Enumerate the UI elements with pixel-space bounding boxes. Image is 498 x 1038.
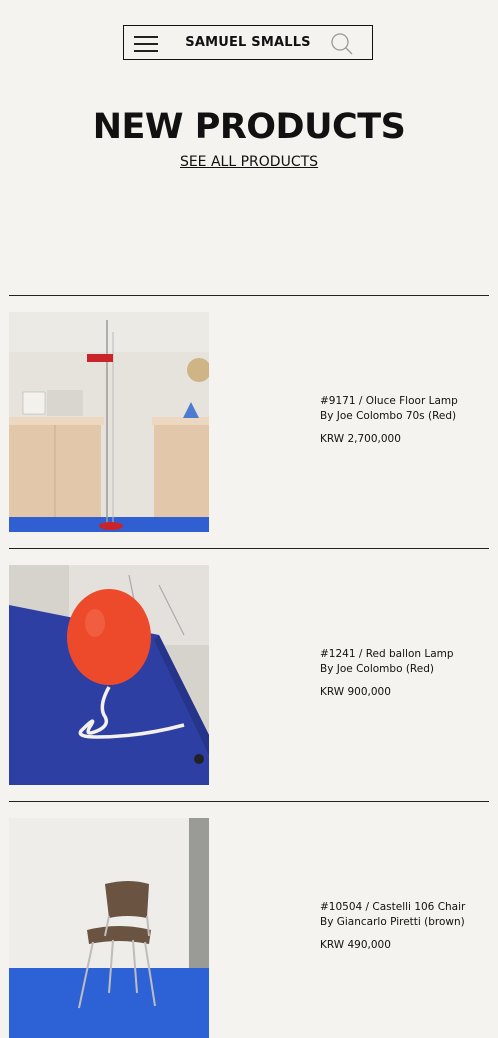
product-name[interactable]: #9171 / Oluce Floor Lamp By Joe Colombo … xyxy=(320,394,490,424)
product-price: KRW 900,000 xyxy=(320,686,391,698)
search-icon[interactable] xyxy=(330,32,354,56)
divider xyxy=(9,801,489,802)
product-card[interactable]: #10504 / Castelli 106 Chair By Giancarlo… xyxy=(9,818,489,1038)
see-all-products-link[interactable]: SEE ALL PRODUCTS xyxy=(0,154,498,170)
product-info: #9171 / Oluce Floor Lamp By Joe Colombo … xyxy=(320,394,490,446)
divider xyxy=(9,548,489,549)
product-name[interactable]: #1241 / Red ballon Lamp By Joe Colombo (… xyxy=(320,647,490,677)
brand-logo[interactable]: SAMUEL SMALLS xyxy=(174,26,322,59)
product-name[interactable]: #10504 / Castelli 106 Chair By Giancarlo… xyxy=(320,900,490,930)
product-info: #1241 / Red ballon Lamp By Joe Colombo (… xyxy=(320,647,490,699)
hamburger-menu-icon[interactable] xyxy=(134,35,158,52)
top-bar: SAMUEL SMALLS xyxy=(123,25,373,60)
section-title: NEW PRODUCTS xyxy=(92,107,406,147)
divider xyxy=(9,295,489,296)
product-info: #10504 / Castelli 106 Chair By Giancarlo… xyxy=(320,900,490,952)
floor-lamp-photo[interactable] xyxy=(9,312,209,532)
product-card[interactable]: #9171 / Oluce Floor Lamp By Joe Colombo … xyxy=(9,312,489,532)
product-card[interactable]: #1241 / Red ballon Lamp By Joe Colombo (… xyxy=(9,565,489,785)
product-price: KRW 490,000 xyxy=(320,939,391,951)
chair-photo[interactable] xyxy=(9,818,209,1038)
balloon-lamp-photo[interactable] xyxy=(9,565,209,785)
product-price: KRW 2,700,000 xyxy=(320,433,401,445)
